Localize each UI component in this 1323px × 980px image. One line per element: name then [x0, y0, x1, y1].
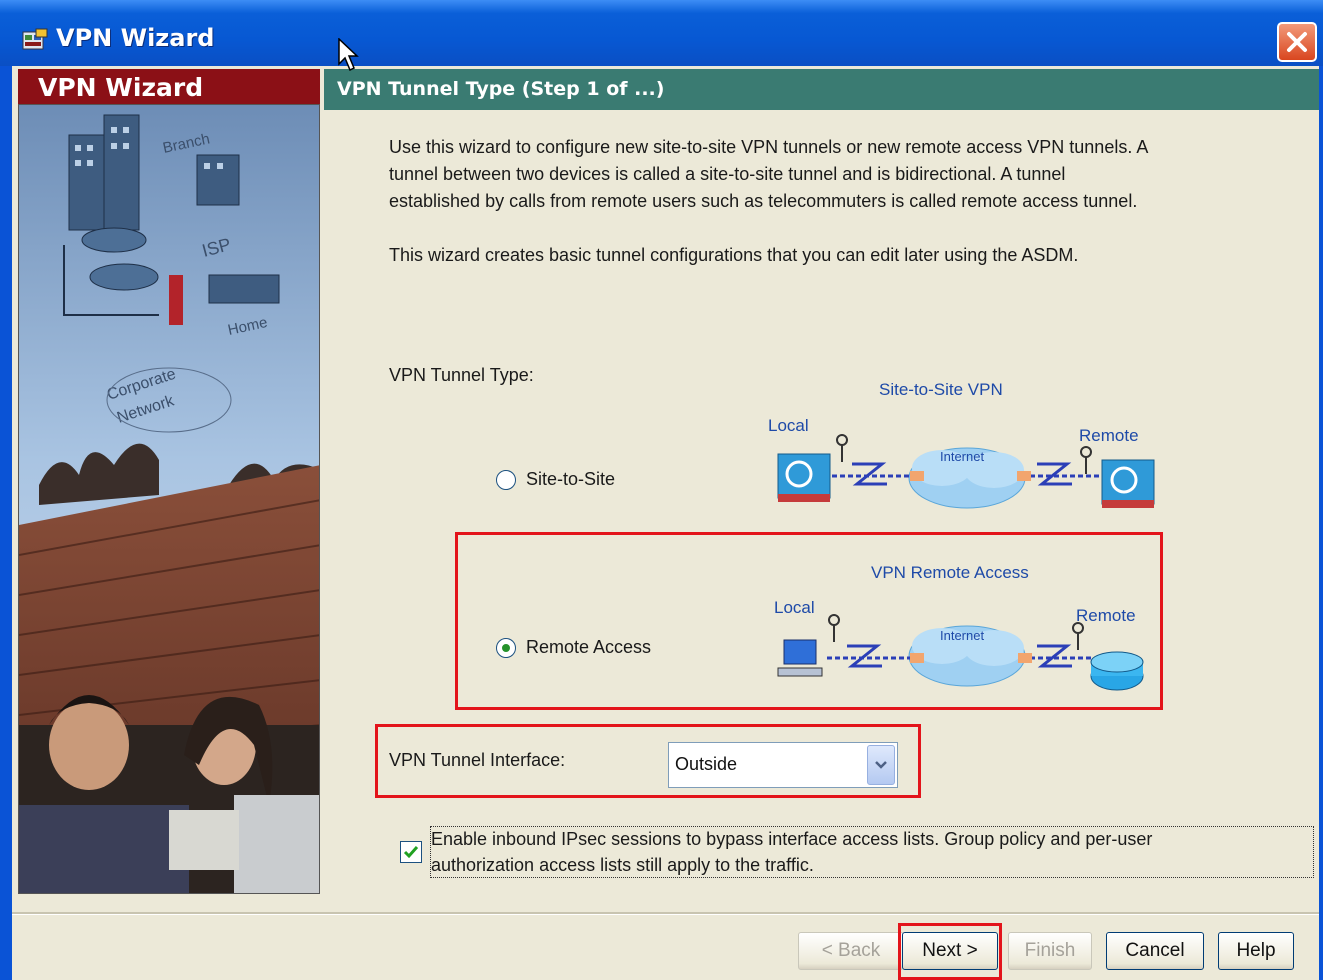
- cancel-button[interactable]: Cancel: [1106, 932, 1204, 970]
- interface-select-value: Outside: [675, 754, 738, 774]
- step-title: VPN Tunnel Type (Step 1 of ...): [337, 78, 665, 100]
- bypass-acl-checkbox[interactable]: [400, 841, 422, 863]
- remote-access-label[interactable]: Remote Access: [526, 634, 651, 661]
- remote-access-diagram: Internet: [777, 614, 1144, 691]
- remote-access-radio[interactable]: [496, 638, 516, 658]
- intro-line-3: established by calls from remote users s…: [389, 191, 1138, 211]
- help-button[interactable]: Help: [1218, 932, 1294, 970]
- next-highlight: [898, 923, 1002, 980]
- window-right-border: [1319, 66, 1323, 980]
- sidebar-title: VPN Wizard: [38, 73, 204, 102]
- title-bar[interactable]: VPN Wizard: [0, 0, 1323, 66]
- intro-line-1: Use this wizard to configure new site-to…: [389, 137, 1149, 157]
- wizard-client-area: VPN Wizard Branch ISP Home Corporate Net…: [12, 66, 1319, 980]
- bypass-line-2: authorization access lists still apply t…: [431, 855, 814, 875]
- step-content: Use this wizard to configure new site-to…: [324, 110, 1319, 912]
- window-left-border: [0, 66, 12, 980]
- close-icon: [1287, 32, 1307, 52]
- bypass-acl-label-box[interactable]: Enable inbound IPsec sessions to bypass …: [430, 826, 1314, 878]
- site-to-site-diagram: Internet: [777, 434, 1155, 509]
- step-header: VPN Tunnel Type (Step 1 of ...): [324, 69, 1319, 110]
- checkmark-icon: [403, 846, 419, 859]
- s2s-cloud-label: Internet: [940, 449, 984, 464]
- wizard-window: VPN Wizard VPN Wizard Branch ISP Home Co…: [0, 0, 1323, 980]
- tunnel-type-label: VPN Tunnel Type:: [389, 365, 534, 385]
- button-separator: [12, 912, 1319, 915]
- mouse-cursor-icon: [338, 38, 359, 72]
- intro-line-2: tunnel between two devices is called a s…: [389, 164, 1066, 184]
- sidebar-header: VPN Wizard: [18, 69, 320, 104]
- close-button[interactable]: [1277, 22, 1317, 62]
- app-icon: [22, 28, 48, 52]
- interface-label: VPN Tunnel Interface:: [389, 750, 566, 770]
- intro-line-4: This wizard creates basic tunnel configu…: [389, 245, 1079, 265]
- remote-access-diagram-title: VPN Remote Access: [871, 563, 1029, 582]
- back-button[interactable]: < Back: [798, 932, 904, 970]
- chevron-down-icon: [875, 761, 887, 769]
- window-title: VPN Wizard: [56, 24, 215, 52]
- site-to-site-label[interactable]: Site-to-Site: [526, 466, 615, 493]
- site-to-site-diagram-title: Site-to-Site VPN: [879, 380, 1003, 399]
- ra-cloud-label: Internet: [940, 628, 984, 643]
- bypass-line-1: Enable inbound IPsec sessions to bypass …: [431, 829, 1153, 849]
- site-to-site-radio[interactable]: [496, 470, 516, 490]
- dropdown-button[interactable]: [867, 745, 895, 785]
- sidebar-illustration: Branch ISP Home Corporate Network: [18, 104, 320, 894]
- finish-button[interactable]: Finish: [1008, 932, 1092, 970]
- interface-select[interactable]: Outside: [668, 742, 898, 788]
